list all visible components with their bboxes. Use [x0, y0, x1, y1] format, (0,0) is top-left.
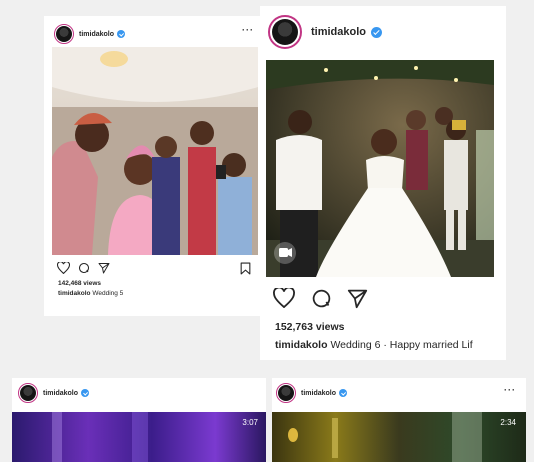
video-duration: 2:34: [500, 418, 516, 427]
username[interactable]: timidakolo: [79, 31, 114, 38]
heart-icon[interactable]: [57, 262, 70, 274]
post-photo[interactable]: [266, 60, 494, 277]
post-video[interactable]: 3:07: [12, 412, 266, 462]
post-header: timidakolo: [54, 24, 126, 44]
post-photo[interactable]: [52, 47, 258, 255]
post-card-wedding-5: timidakolo ··· 142,468 views timidakolo …: [44, 16, 266, 316]
caption-username[interactable]: timidakolo: [275, 339, 328, 351]
username[interactable]: timidakolo: [43, 390, 78, 397]
comment-icon[interactable]: [78, 262, 90, 274]
video-duration: 3:07: [242, 418, 258, 427]
bookmark-icon[interactable]: [240, 262, 251, 275]
view-count: 142,468 views: [58, 280, 102, 287]
post-card-video-1: timidakolo 3:07: [12, 378, 266, 462]
share-icon[interactable]: [98, 262, 110, 274]
avatar[interactable]: [18, 383, 38, 403]
username[interactable]: timidakolo: [311, 26, 366, 38]
view-count: 152,763 views: [275, 321, 345, 333]
post-video[interactable]: 2:34: [272, 412, 526, 462]
more-options-icon[interactable]: ···: [242, 25, 254, 35]
caption-username[interactable]: timidakolo: [58, 290, 91, 297]
post-card-video-2: timidakolo ··· 2:34: [272, 378, 526, 462]
post-header: timidakolo: [276, 383, 348, 403]
caption-text: Wedding 6 · Happy married Lif: [330, 339, 473, 351]
verified-badge-icon: [371, 26, 383, 38]
verified-badge-icon: [81, 389, 90, 397]
post-header: timidakolo: [268, 15, 383, 49]
verified-badge-icon: [339, 389, 348, 397]
caption: timidakolo Wedding 6 · Happy married Lif: [275, 339, 503, 351]
avatar[interactable]: [268, 15, 302, 49]
avatar[interactable]: [276, 383, 296, 403]
video-camera-icon: [274, 242, 296, 264]
share-icon[interactable]: [347, 288, 368, 309]
avatar[interactable]: [54, 24, 74, 44]
more-options-icon[interactable]: ···: [504, 385, 516, 395]
heart-icon[interactable]: [273, 288, 295, 308]
wedding-photo: [266, 60, 494, 277]
username[interactable]: timidakolo: [301, 390, 336, 397]
post-header: timidakolo: [18, 383, 90, 403]
caption-text: Wedding 5: [92, 290, 124, 297]
wedding-photo: [52, 47, 258, 255]
verified-badge-icon: [117, 30, 126, 38]
caption: timidakolo Wedding 5: [58, 290, 258, 297]
post-card-wedding-6: timidakolo 152,763 views timidakolo Wedd…: [260, 6, 506, 360]
comment-icon[interactable]: [311, 288, 332, 309]
